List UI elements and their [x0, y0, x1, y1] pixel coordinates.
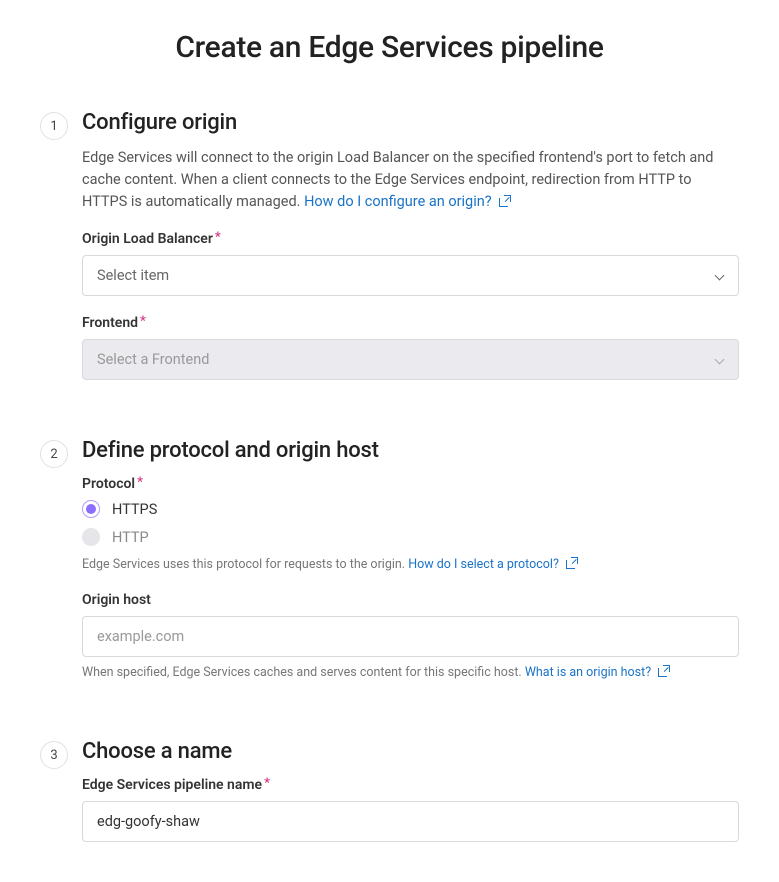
select-placeholder: Select a Frontend: [97, 351, 209, 368]
origin-host-hint: When specified, Edge Services caches and…: [82, 664, 739, 682]
step-choose-name: 3 Choose a name Edge Services pipeline n…: [40, 739, 739, 842]
chevron-down-icon: [714, 271, 724, 281]
required-indicator: *: [140, 314, 146, 329]
step-title: Define protocol and origin host: [82, 438, 739, 463]
radio-label: HTTP: [112, 529, 149, 546]
page-title: Create an Edge Services pipeline: [40, 30, 739, 65]
step-description: Edge Services will connect to the origin…: [82, 147, 739, 212]
protocol-label: Protocol*: [82, 475, 739, 492]
frontend-select: Select a Frontend: [82, 339, 739, 380]
label-text: Protocol: [82, 476, 135, 492]
required-indicator: *: [137, 475, 143, 490]
frontend-label: Frontend*: [82, 314, 739, 331]
radio-icon: [82, 528, 100, 546]
hint-text: Edge Services uses this protocol for req…: [82, 557, 408, 572]
help-link-text: How do I configure an origin?: [304, 193, 492, 210]
required-indicator: *: [264, 776, 270, 791]
origin-lb-label: Origin Load Balancer*: [82, 230, 739, 247]
radio-icon: [82, 500, 100, 518]
step-define-protocol: 2 Define protocol and origin host Protoc…: [40, 438, 739, 699]
label-text: Frontend: [82, 315, 138, 331]
step-title: Configure origin: [82, 110, 739, 135]
origin-host-input[interactable]: [97, 628, 724, 645]
protocol-radio-http[interactable]: HTTP: [82, 528, 739, 546]
configure-origin-help-link[interactable]: How do I configure an origin?: [304, 193, 510, 210]
origin-lb-select[interactable]: Select item: [82, 255, 739, 296]
protocol-radio-https[interactable]: HTTPS: [82, 500, 739, 518]
step-number: 3: [40, 741, 68, 769]
external-link-icon: [499, 196, 510, 207]
required-indicator: *: [215, 230, 221, 245]
label-text: Origin Load Balancer: [82, 231, 213, 247]
origin-host-input-wrapper: [82, 616, 739, 657]
protocol-hint: Edge Services uses this protocol for req…: [82, 556, 739, 574]
step-number: 2: [40, 440, 68, 468]
help-link-text: What is an origin host?: [525, 665, 651, 680]
pipeline-name-input[interactable]: [97, 813, 724, 830]
help-link-text: How do I select a protocol?: [408, 557, 559, 572]
step-number: 1: [40, 112, 68, 140]
label-text: Origin host: [82, 592, 151, 608]
origin-host-label: Origin host: [82, 592, 739, 608]
step-configure-origin: 1 Configure origin Edge Services will co…: [40, 110, 739, 398]
step-title: Choose a name: [82, 739, 739, 764]
protocol-help-link[interactable]: How do I select a protocol?: [408, 557, 577, 572]
label-text: Edge Services pipeline name: [82, 777, 262, 793]
origin-host-help-link[interactable]: What is an origin host?: [525, 665, 669, 680]
external-link-icon: [566, 558, 577, 569]
pipeline-name-input-wrapper: [82, 801, 739, 842]
hint-text: When specified, Edge Services caches and…: [82, 665, 525, 680]
external-link-icon: [658, 666, 669, 677]
radio-label: HTTPS: [112, 501, 157, 518]
pipeline-name-label: Edge Services pipeline name*: [82, 776, 739, 793]
chevron-down-icon: [714, 355, 724, 365]
select-placeholder: Select item: [97, 267, 169, 284]
